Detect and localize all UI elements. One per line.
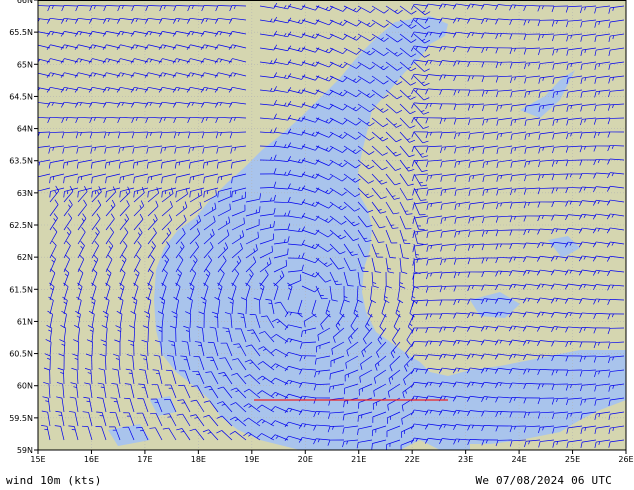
lat-tick-label: 62.5N bbox=[9, 221, 33, 230]
lon-tick-label: 22E bbox=[405, 455, 420, 464]
lat-tick-label: 62N bbox=[17, 253, 33, 262]
lat-tick-label: 59.5N bbox=[9, 414, 33, 423]
lon-tick-label: 21E bbox=[351, 455, 366, 464]
lat-tick-label: 65.5N bbox=[9, 28, 33, 37]
lat-tick-label: 61.5N bbox=[9, 285, 33, 294]
lon-tick-label: 15E bbox=[30, 455, 45, 464]
lon-tick-label: 20E bbox=[298, 455, 313, 464]
lat-tick-label: 61N bbox=[17, 317, 33, 326]
lon-tick-label: 18E bbox=[191, 455, 206, 464]
longitude-axis: 15E 16E 17E 18E 19E 20E 21E 22E 23E 24E 25E 26E bbox=[30, 450, 634, 464]
lat-tick-label: 63N bbox=[17, 189, 33, 198]
valid-time-label: We 07/08/2024 06 UTC bbox=[475, 474, 612, 487]
lon-tick-label: 16E bbox=[84, 455, 99, 464]
lon-tick-label: 23E bbox=[458, 455, 473, 464]
lon-tick-label: 19E bbox=[244, 455, 259, 464]
lat-tick-label: 60.5N bbox=[9, 350, 33, 359]
lat-tick-label: 65N bbox=[17, 60, 33, 69]
lon-tick-label: 17E bbox=[137, 455, 152, 464]
lat-tick-label: 63.5N bbox=[9, 157, 33, 166]
wind-map: 66N 65.5N 65N 64.5N 64N 63.5N 63N 62.5N 62N 61.5N… bbox=[9, 0, 634, 464]
variable-label: wind 10m (kts) bbox=[6, 474, 102, 487]
lat-tick-label: 64N bbox=[17, 125, 33, 134]
latitude-axis: 66N 65.5N 65N 64.5N 64N 63.5N 63N 62.5N 62N 61.5N… bbox=[9, 0, 38, 455]
lat-tick-label: 64.5N bbox=[9, 92, 33, 101]
lon-tick-label: 25E bbox=[565, 455, 580, 464]
lat-tick-label: 59N bbox=[17, 446, 33, 455]
lat-tick-label: 66N bbox=[17, 0, 33, 5]
lon-tick-label: 26E bbox=[618, 455, 633, 464]
lat-tick-label: 60N bbox=[17, 382, 33, 391]
lon-tick-label: 24E bbox=[511, 455, 526, 464]
